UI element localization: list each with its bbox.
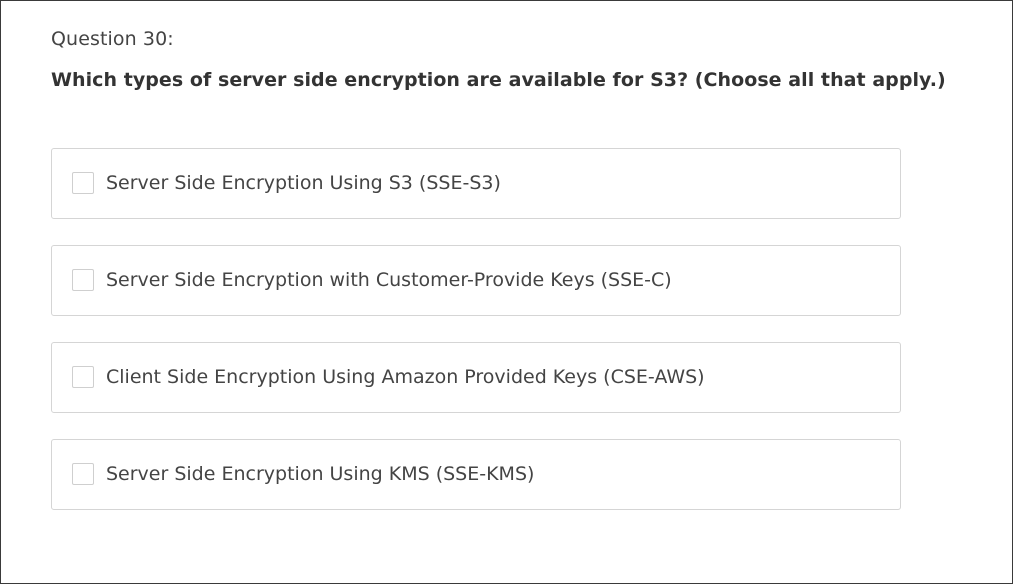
checkbox[interactable] — [72, 463, 94, 485]
answer-option-cse-aws[interactable]: Client Side Encryption Using Amazon Prov… — [51, 342, 901, 413]
answer-option-label: Client Side Encryption Using Amazon Prov… — [106, 366, 705, 388]
quiz-panel: Question 30: Which types of server side … — [0, 0, 1013, 584]
answer-option-sse-kms[interactable]: Server Side Encryption Using KMS (SSE-KM… — [51, 439, 901, 510]
answer-option-sse-s3[interactable]: Server Side Encryption Using S3 (SSE-S3) — [51, 148, 901, 219]
answer-option-label: Server Side Encryption with Customer-Pro… — [106, 269, 672, 291]
question-text: Which types of server side encryption ar… — [51, 69, 946, 91]
answer-option-sse-c[interactable]: Server Side Encryption with Customer-Pro… — [51, 245, 901, 316]
answer-options: Server Side Encryption Using S3 (SSE-S3)… — [51, 148, 901, 536]
answer-option-label: Server Side Encryption Using S3 (SSE-S3) — [106, 172, 501, 194]
question-number: Question 30: — [51, 28, 174, 50]
checkbox[interactable] — [72, 172, 94, 194]
checkbox[interactable] — [72, 366, 94, 388]
answer-option-label: Server Side Encryption Using KMS (SSE-KM… — [106, 463, 535, 485]
checkbox[interactable] — [72, 269, 94, 291]
